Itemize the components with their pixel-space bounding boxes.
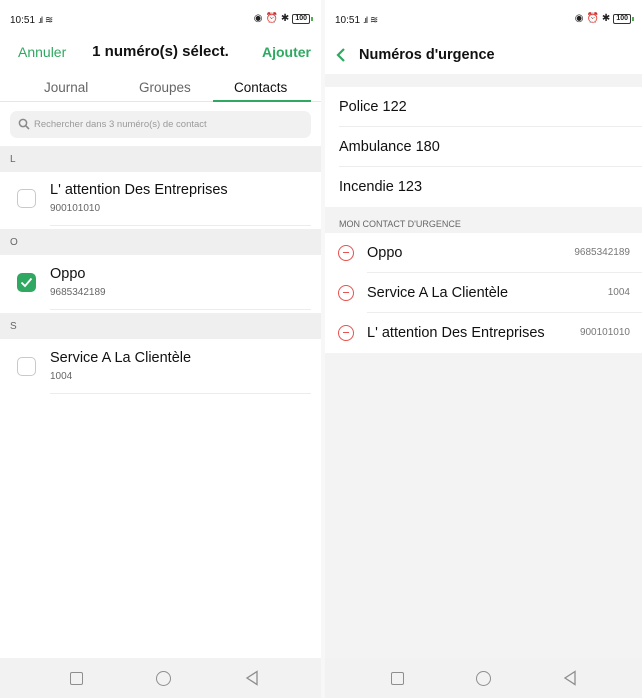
bluetooth-icon: ✱ xyxy=(601,13,611,24)
navigation-bar xyxy=(325,658,642,698)
status-time: 10:51 .ıl ≋ xyxy=(10,15,54,26)
row-divider xyxy=(50,309,311,310)
emergency-numbers-screen: 10:51 .ıl ≋ ◉ ⏰ ✱ 100 Numéros d'urgence P… xyxy=(325,0,642,698)
contact-checkbox[interactable] xyxy=(17,357,36,376)
recent-apps-button[interactable] xyxy=(391,672,404,685)
search-icon xyxy=(18,118,30,130)
contact-number: 900101010 xyxy=(579,327,630,338)
emergency-number-row[interactable]: Ambulance 180 xyxy=(325,127,642,167)
page-header: Numéros d'urgence xyxy=(325,36,642,74)
contact-name: Oppo xyxy=(367,245,403,261)
contact-picker-screen: 10:51 .ıl ≋ ◉ ⏰ ✱ 100 Annuler 1 numéro(s)… xyxy=(0,0,321,698)
battery-tip xyxy=(311,16,313,21)
home-button[interactable] xyxy=(476,671,491,686)
checkmark-icon xyxy=(20,277,33,288)
add-button[interactable]: Ajouter xyxy=(262,44,311,60)
alarm-icon: ⏰ xyxy=(586,13,599,24)
signal-icon: .ıl xyxy=(363,15,368,25)
battery-icon: 100 xyxy=(292,13,310,24)
row-divider xyxy=(50,393,311,394)
row-divider xyxy=(50,225,311,226)
wifi-icon: ≋ xyxy=(44,15,54,26)
emergency-number-label: Ambulance 180 xyxy=(339,139,440,155)
recent-apps-button[interactable] xyxy=(70,672,83,685)
bluetooth-icon: ✱ xyxy=(280,13,290,24)
status-icons: ◉ ⏰ ✱ 100 xyxy=(575,13,634,24)
contact-number: 1004 xyxy=(50,371,73,382)
back-chevron-icon[interactable] xyxy=(335,47,347,63)
section-header-s: S xyxy=(0,313,321,339)
battery-tip xyxy=(632,16,634,21)
contact-name: Oppo xyxy=(50,266,86,282)
contact-name: Service A La Clientèle xyxy=(50,350,192,366)
emergency-number-label: Police 122 xyxy=(339,99,407,115)
home-button[interactable] xyxy=(156,671,171,686)
status-bar: 10:51 .ıl ≋ ◉ ⏰ ✱ 100 xyxy=(0,0,321,36)
tab-journal[interactable]: Journal xyxy=(44,80,88,95)
contact-number: 1004 xyxy=(607,287,630,298)
contact-name: L' attention Des Entreprises xyxy=(367,325,545,341)
emergency-number-row[interactable]: Incendie 123 xyxy=(325,167,642,207)
eye-icon: ◉ xyxy=(574,13,584,24)
tab-bar: Journal Groupes Contacts xyxy=(0,72,321,102)
contact-name: L' attention Des Entreprises xyxy=(50,182,228,198)
contact-row[interactable]: Oppo 9685342189 xyxy=(0,260,321,310)
status-icons: ◉ ⏰ ✱ 100 xyxy=(254,13,313,24)
remove-icon[interactable] xyxy=(338,285,354,301)
wifi-icon: ≋ xyxy=(369,15,379,26)
status-time: 10:51 .ıl ≋ xyxy=(335,15,379,26)
contact-number: 900101010 xyxy=(50,203,101,214)
battery-icon: 100 xyxy=(613,13,631,24)
emergency-contact-row[interactable]: Oppo 9685342189 xyxy=(325,233,642,273)
section-header: MON CONTACT D'URGENCE xyxy=(325,207,642,233)
status-bar: 10:51 .ıl ≋ ◉ ⏰ ✱ 100 xyxy=(325,0,642,36)
section-header-l: L xyxy=(0,146,321,172)
alarm-icon: ⏰ xyxy=(265,13,278,24)
search-input[interactable]: Rechercher dans 3 numéro(s) de contact xyxy=(10,111,311,138)
section-header-o: O xyxy=(0,229,321,255)
page-title: Numéros d'urgence xyxy=(359,47,495,63)
eye-icon: ◉ xyxy=(253,13,263,24)
contact-checkbox[interactable] xyxy=(17,189,36,208)
contact-name: Service A La Clientèle xyxy=(367,285,509,301)
emergency-contact-row[interactable]: Service A La Clientèle 1004 xyxy=(325,273,642,313)
emergency-number-label: Incendie 123 xyxy=(339,179,423,195)
signal-icon: .ıl xyxy=(38,15,43,25)
search-placeholder: Rechercher dans 3 numéro(s) de contact xyxy=(34,119,207,130)
tab-groups[interactable]: Groupes xyxy=(139,80,191,95)
back-button[interactable] xyxy=(245,670,259,686)
picker-header: Annuler 1 numéro(s) sélect. Ajouter xyxy=(0,36,321,70)
back-button[interactable] xyxy=(563,670,577,686)
emergency-number-row[interactable]: Police 122 xyxy=(325,87,642,127)
navigation-bar xyxy=(0,658,321,698)
contact-row[interactable]: L' attention Des Entreprises 900101010 xyxy=(0,176,321,226)
remove-icon[interactable] xyxy=(338,325,354,341)
contact-row[interactable]: Service A La Clientèle 1004 xyxy=(0,344,321,394)
contact-number: 9685342189 xyxy=(574,247,630,258)
contact-number: 9685342189 xyxy=(50,287,106,298)
active-tab-indicator xyxy=(213,100,311,102)
remove-icon[interactable] xyxy=(338,245,354,261)
tab-contacts[interactable]: Contacts xyxy=(234,80,287,95)
contact-checkbox-checked[interactable] xyxy=(17,273,36,292)
emergency-contact-row[interactable]: L' attention Des Entreprises 900101010 xyxy=(325,313,642,353)
